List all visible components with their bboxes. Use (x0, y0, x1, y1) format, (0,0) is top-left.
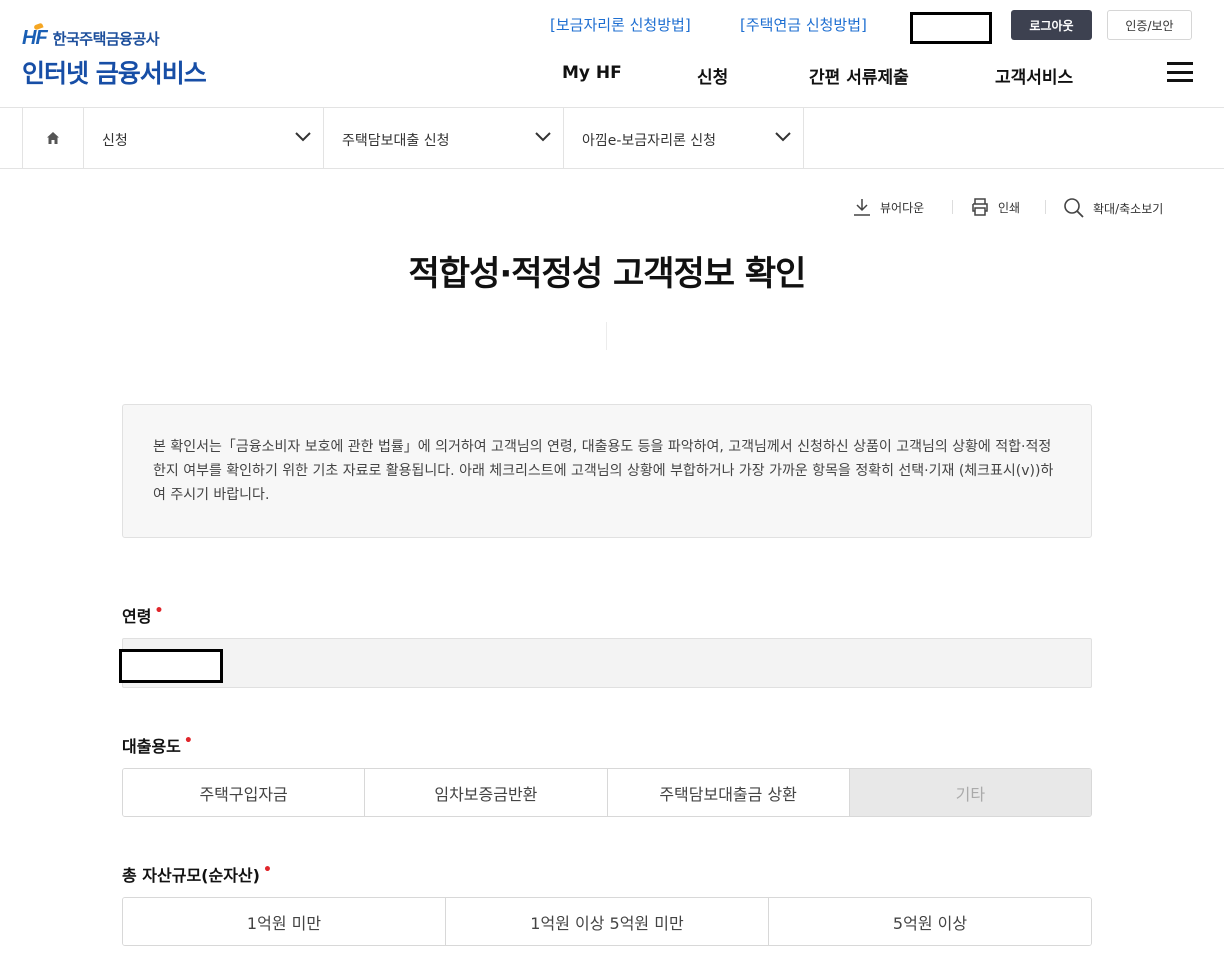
chevron-down-icon (295, 132, 311, 142)
purpose-option-loan-repayment[interactable]: 주택담보대출금 상환 (607, 769, 850, 816)
home-button[interactable] (22, 108, 84, 168)
zoom-label: 확대/축소보기 (1093, 201, 1164, 216)
required-mark: • (154, 603, 164, 619)
logo-service-title[interactable]: 인터넷 금융서비스 (22, 54, 207, 90)
print-label: 인쇄 (998, 200, 1021, 215)
assets-option-under-100m[interactable]: 1억원 미만 (123, 898, 446, 945)
hf-logo-icon: HF (22, 22, 48, 50)
age-label: 연령 • (122, 603, 163, 627)
home-icon (47, 132, 59, 144)
age-field[interactable] (122, 638, 1092, 688)
logo-org-name: 한국주택금융공사 (52, 30, 160, 48)
age-label-text: 연령 (122, 607, 152, 626)
gnb-customer-service[interactable]: 고객서비스 (995, 63, 1073, 88)
purpose-option-home-purchase[interactable]: 주택구입자금 (123, 769, 366, 816)
divider (952, 200, 953, 214)
user-name-redacted (910, 12, 992, 44)
viewer-download-label: 뷰어다운 (880, 200, 925, 215)
zoom-button[interactable]: 확대/축소보기 (1063, 197, 1163, 219)
print-icon (972, 198, 988, 216)
site-header: HF 한국주택금융공사 인터넷 금융서비스 [보금자리론 신청방법] [주택연금… (0, 0, 1224, 108)
gnb-my-hf[interactable]: My HF (562, 63, 622, 83)
notice-text: 본 확인서는「금융소비자 보호에 관한 법률」에 의거하여 고객님의 연령, 대… (153, 439, 1054, 503)
breadcrumb-item-apply[interactable]: 신청 (84, 108, 324, 168)
page-title: 적합성·적정성 고객정보 확인 (408, 254, 807, 294)
menu-icon[interactable] (1167, 62, 1193, 82)
breadcrumb-item-e-bogeumjari[interactable]: 아낌e-보금자리론 신청 (564, 108, 804, 168)
assets-label-text: 총 자산규모(순자산) (122, 866, 260, 885)
breadcrumb-label: 주택담보대출 신청 (342, 133, 450, 149)
purpose-label-text: 대출용도 (122, 737, 181, 756)
search-icon (1064, 198, 1084, 218)
purpose-option-deposit-return[interactable]: 임차보증금반환 (365, 769, 608, 816)
assets-options: 1억원 미만 1억원 이상 5억원 미만 5억원 이상 (122, 897, 1092, 946)
divider (606, 322, 607, 350)
breadcrumb-label: 신청 (102, 133, 128, 149)
assets-option-over-500m[interactable]: 5억원 이상 (769, 898, 1091, 945)
logout-button[interactable]: 로그아웃 (1011, 10, 1092, 40)
divider (1045, 200, 1046, 214)
age-value-redacted (119, 649, 223, 683)
pension-guide-link[interactable]: [주택연금 신청방법] (740, 14, 867, 35)
cert-security-button[interactable]: 인증/보안 (1107, 10, 1192, 40)
purpose-option-other[interactable]: 기타 (849, 769, 1091, 816)
breadcrumb: 신청 주택담보대출 신청 아낌e-보금자리론 신청 (0, 108, 1224, 169)
purpose-options: 주택구입자금 임차보증금반환 주택담보대출금 상환 기타 (122, 768, 1092, 817)
purpose-label: 대출용도 • (122, 733, 193, 757)
download-icon (854, 199, 870, 216)
logo[interactable]: HF 한국주택금융공사 (22, 22, 160, 50)
required-mark: • (183, 733, 193, 749)
gnb-apply[interactable]: 신청 (697, 63, 728, 88)
assets-label: 총 자산규모(순자산) • (122, 862, 272, 886)
breadcrumb-item-mortgage[interactable]: 주택담보대출 신청 (324, 108, 564, 168)
assets-option-100m-500m[interactable]: 1억원 이상 5억원 미만 (446, 898, 769, 945)
gnb-document-submit[interactable]: 간편 서류제출 (809, 63, 909, 88)
viewer-download-button[interactable]: 뷰어다운 (852, 197, 924, 217)
notice-box: 본 확인서는「금융소비자 보호에 관한 법률」에 의거하여 고객님의 연령, 대… (122, 404, 1092, 538)
print-button[interactable]: 인쇄 (970, 197, 1020, 217)
required-mark: • (262, 862, 272, 878)
chevron-down-icon (775, 132, 791, 142)
breadcrumb-label: 아낌e-보금자리론 신청 (582, 133, 717, 149)
bogeumjari-guide-link[interactable]: [보금자리론 신청방법] (550, 14, 691, 35)
chevron-down-icon (535, 132, 551, 142)
